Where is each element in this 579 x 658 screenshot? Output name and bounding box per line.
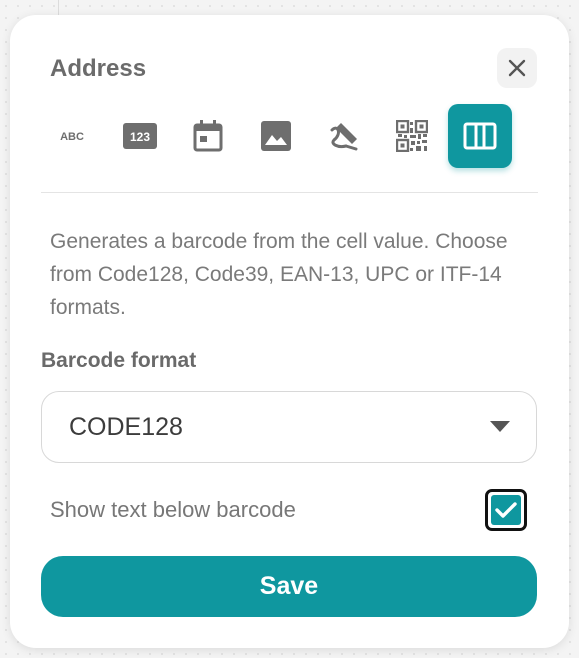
- save-button[interactable]: Save: [41, 556, 537, 617]
- qr-code-icon: [396, 120, 428, 152]
- type-description: Generates a barcode from the cell value.…: [50, 230, 508, 319]
- number-123-icon: 123: [123, 123, 157, 149]
- svg-text:123: 123: [130, 130, 150, 144]
- type-button-number[interactable]: 123: [108, 104, 172, 168]
- signature-icon: [330, 123, 358, 151]
- type-button-text[interactable]: ABC: [40, 104, 104, 168]
- barcode-format-value: CODE128: [69, 413, 183, 441]
- column-settings-dialog: Address ABC 123 Generates a barcode from…: [10, 15, 569, 648]
- type-button-signature[interactable]: [312, 104, 376, 168]
- chevron-down-icon: [490, 421, 510, 432]
- close-button[interactable]: [497, 48, 537, 88]
- barcode-icon: [463, 122, 497, 150]
- type-button-barcode[interactable]: [448, 104, 512, 168]
- abc-text-icon: ABC: [60, 131, 84, 143]
- show-text-below-label: Show text below barcode: [50, 497, 296, 522]
- checkbox-fill: [491, 495, 521, 525]
- type-button-qr-code[interactable]: [380, 104, 444, 168]
- svg-text:ABC: ABC: [60, 131, 84, 143]
- dialog-title: Address: [50, 55, 147, 82]
- type-button-image[interactable]: [244, 104, 308, 168]
- barcode-format-select[interactable]: CODE128: [41, 391, 537, 463]
- checkmark-icon: [495, 502, 517, 518]
- show-text-below-checkbox[interactable]: [485, 489, 527, 531]
- barcode-format-label: Barcode format: [41, 349, 197, 372]
- section-divider: [41, 192, 538, 193]
- type-button-date[interactable]: [176, 104, 240, 168]
- close-icon: [508, 59, 526, 77]
- image-icon: [261, 121, 291, 151]
- calendar-icon: [193, 120, 223, 152]
